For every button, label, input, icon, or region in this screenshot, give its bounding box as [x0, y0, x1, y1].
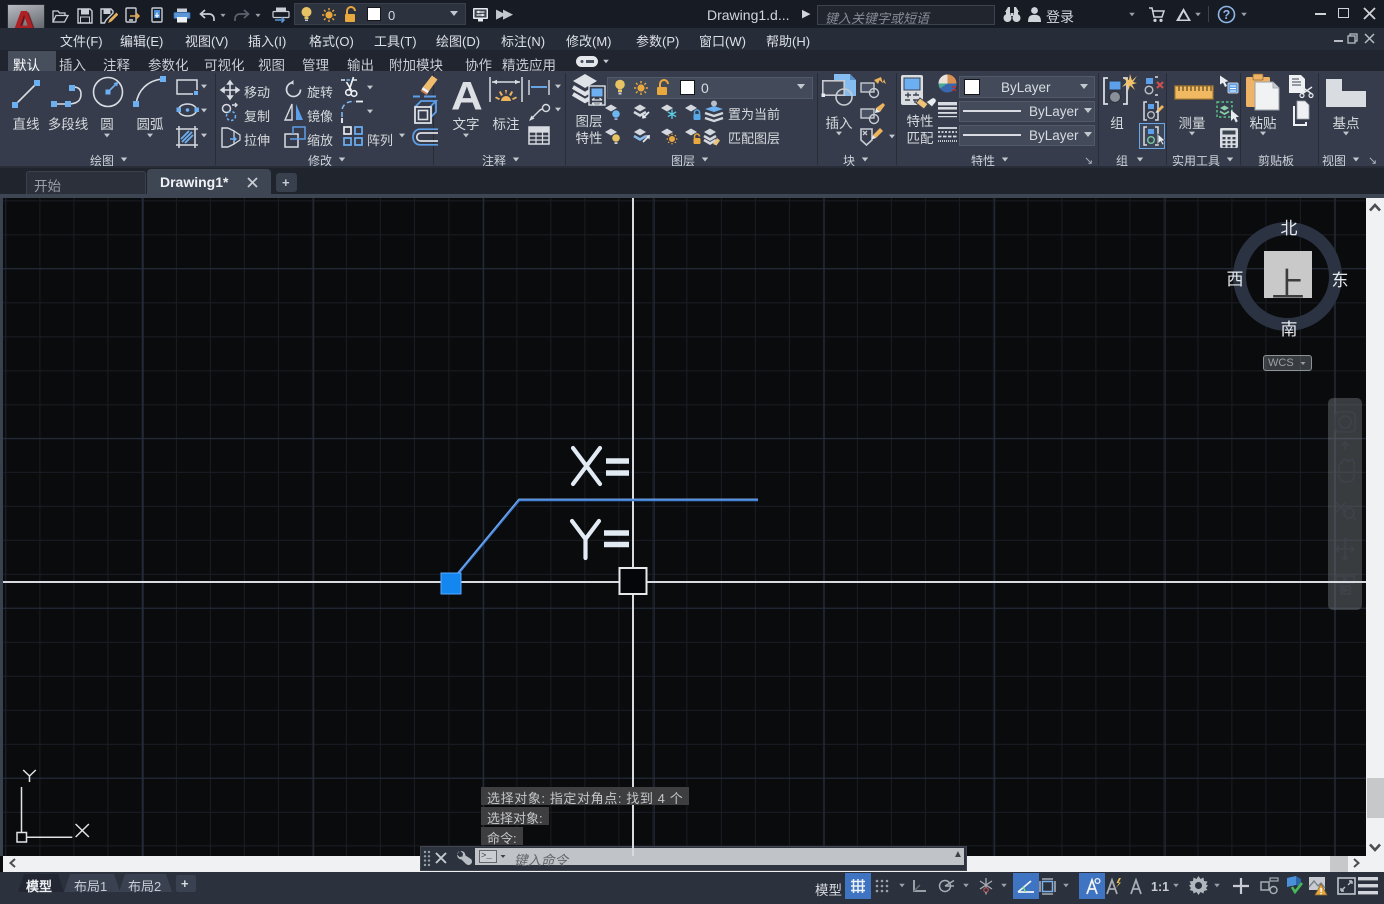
svg-text:?: ?: [1223, 8, 1231, 22]
